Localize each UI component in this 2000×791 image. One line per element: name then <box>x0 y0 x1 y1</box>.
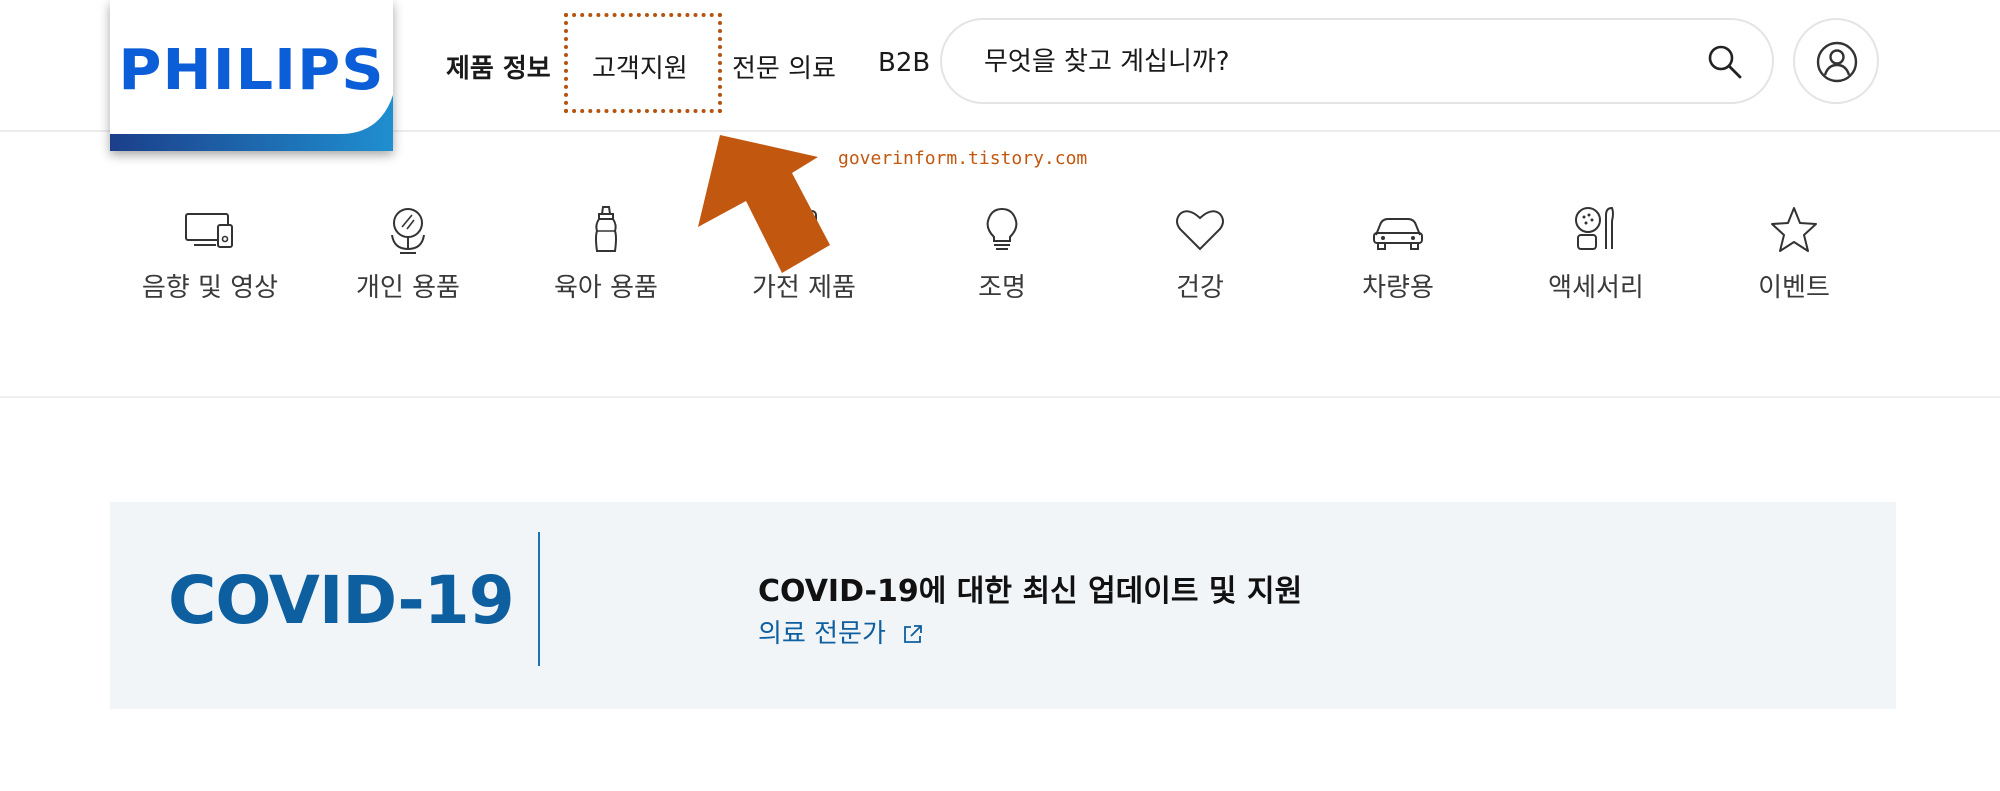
category-accessories[interactable]: 액세서리 <box>1496 205 1696 304</box>
car-icon <box>1373 218 1423 250</box>
category-personal-care[interactable]: 개인 용품 <box>308 205 508 304</box>
site-header: PHILIPS 제품 정보 고객지원 전문 의료 B2B <box>0 0 2000 151</box>
covid-divider <box>538 532 540 666</box>
baby-bottle-icon <box>595 206 617 252</box>
accessory-icon <box>1575 206 1614 250</box>
nav-professional-medical[interactable]: 전문 의료 <box>732 48 836 85</box>
heart-icon <box>1176 210 1224 251</box>
category-label: 조명 <box>978 273 1026 303</box>
category-label: 음향 및 영상 <box>141 273 279 303</box>
mirror-icon <box>391 208 425 254</box>
user-icon <box>1816 41 1858 83</box>
covid-heading: COVID-19에 대한 최신 업데이트 및 지원 <box>758 574 1303 609</box>
category-label: 가전 제품 <box>752 273 856 303</box>
category-home-appliances[interactable]: 가전 제품 <box>704 205 904 304</box>
star-icon <box>1771 207 1817 252</box>
search-input[interactable] <box>982 38 1666 86</box>
nav-b2b[interactable]: B2B <box>878 48 930 78</box>
category-label: 개인 용품 <box>356 273 460 303</box>
account-button[interactable] <box>1793 18 1879 104</box>
nav-product-info[interactable]: 제품 정보 <box>446 48 551 85</box>
category-automotive[interactable]: 차량용 <box>1298 205 1498 304</box>
section-divider <box>0 396 2000 398</box>
category-health[interactable]: 건강 <box>1100 205 1300 304</box>
tv-speaker-icon <box>185 213 233 248</box>
logo-wordmark: PHILIPS <box>118 38 385 103</box>
category-events[interactable]: 이벤트 <box>1694 205 1894 304</box>
category-label: 차량용 <box>1362 273 1434 303</box>
category-lighting[interactable]: 조명 <box>902 205 1102 304</box>
medical-professional-link[interactable]: 의료 전문가 <box>758 613 924 650</box>
category-label: 이벤트 <box>1758 273 1830 303</box>
category-row: 음향 및 영상 개인 용품 육아 용품 가전 제품 조명 건강 차량용 액세서리… <box>110 205 1930 315</box>
lightbulb-icon <box>986 207 1018 250</box>
appliance-icon <box>791 210 817 250</box>
category-label: 액세서리 <box>1548 273 1644 303</box>
search-bar <box>940 18 1774 104</box>
covid-banner: COVID-19 COVID-19에 대한 최신 업데이트 및 지원 의료 전문… <box>110 502 1896 709</box>
nav-customer-support[interactable]: 고객지원 <box>592 48 688 85</box>
external-link-icon <box>904 625 923 643</box>
watermark-text: goverinform.tistory.com <box>838 148 1088 169</box>
category-baby-care[interactable]: 육아 용품 <box>506 205 706 304</box>
category-audio-video[interactable]: 음향 및 영상 <box>110 205 310 304</box>
philips-logo[interactable]: PHILIPS <box>110 0 393 151</box>
covid-title: COVID-19 <box>168 562 515 639</box>
category-label: 건강 <box>1176 273 1224 303</box>
category-label: 육아 용품 <box>554 273 658 303</box>
search-icon[interactable] <box>1707 44 1743 84</box>
covid-link-label: 의료 전문가 <box>758 619 886 649</box>
